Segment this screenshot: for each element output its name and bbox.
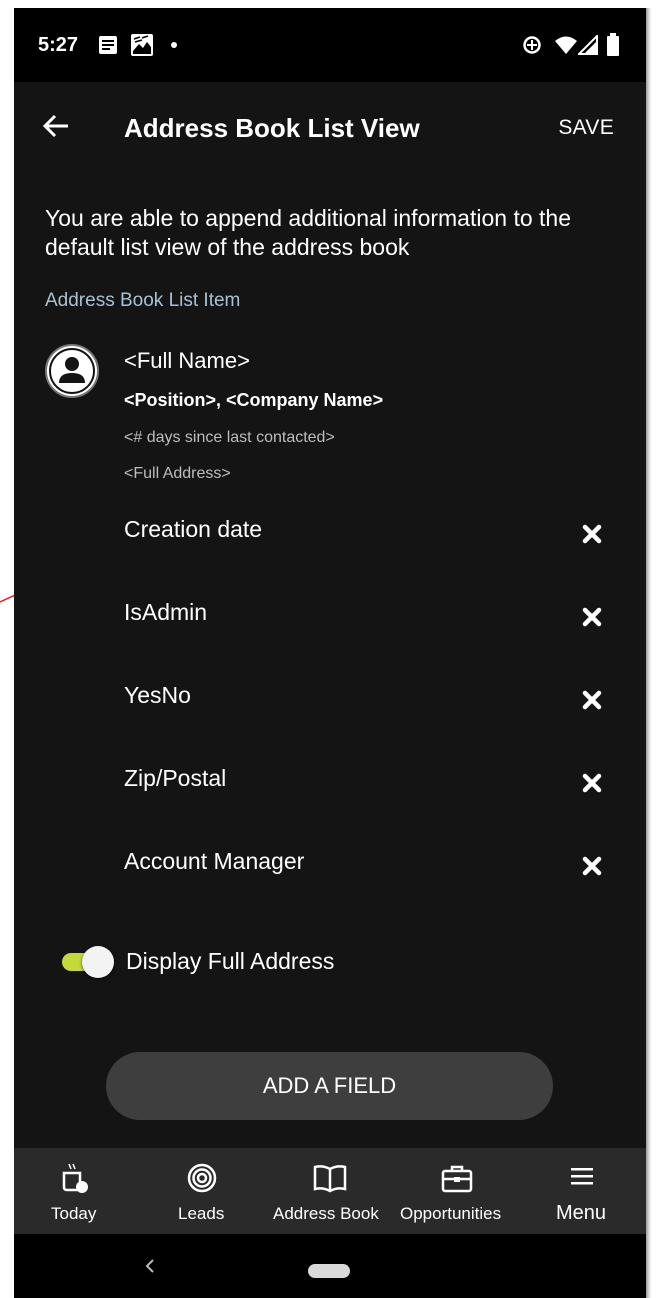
- preview-position-company: <Position>, <Company Name>: [124, 390, 384, 410]
- system-home-button[interactable]: [308, 1264, 350, 1278]
- coffee-cup-icon: [62, 1163, 88, 1193]
- system-back-icon[interactable]: [142, 1256, 158, 1276]
- field-label: YesNo: [124, 682, 191, 708]
- status-bar: 5:27: [14, 8, 646, 82]
- phone-screen: 5:27 Address Book List View SAVE You are…: [14, 8, 646, 1298]
- close-icon[interactable]: [578, 603, 606, 631]
- field-row: Zip/Postal: [124, 753, 614, 813]
- display-full-address-row: Display Full Address: [60, 942, 620, 982]
- nav-item-opportunities[interactable]: Opportunities: [398, 1148, 514, 1234]
- toggle-knob: [82, 946, 114, 978]
- section-label: Address Book List Item: [45, 290, 241, 311]
- system-nav-bar: [14, 1234, 646, 1298]
- arrow-left-icon[interactable]: [38, 108, 74, 144]
- nav-label: Address Book: [273, 1204, 379, 1223]
- nav-label: Opportunities: [400, 1204, 502, 1223]
- briefcase-icon: [441, 1165, 473, 1193]
- field-row: YesNo: [124, 670, 614, 730]
- page-title: Address Book List View: [124, 113, 420, 143]
- avatar-icon: [45, 344, 99, 398]
- nav-label: Menu: [556, 1202, 607, 1224]
- sync-icon: [523, 36, 541, 54]
- preview-full-name: <Full Name>: [124, 348, 250, 373]
- field-label: Account Manager: [124, 848, 305, 874]
- open-book-icon: [313, 1165, 347, 1193]
- nav-label: Today: [51, 1204, 97, 1223]
- intro-text: You are able to append additional inform…: [45, 205, 571, 260]
- close-icon[interactable]: [578, 520, 606, 548]
- notes-icon: [99, 36, 117, 54]
- add-field-button[interactable]: ADD A FIELD: [106, 1052, 553, 1120]
- nav-item-leads[interactable]: Leads: [162, 1148, 242, 1234]
- save-button[interactable]: SAVE: [558, 116, 614, 140]
- field-row: Creation date: [124, 504, 614, 564]
- preview-days-since: <# days since last contacted>: [124, 429, 335, 446]
- field-label: Creation date: [124, 516, 263, 542]
- battery-icon: [607, 33, 619, 56]
- target-icon: [187, 1163, 217, 1193]
- field-row: Account Manager: [124, 836, 614, 896]
- display-full-address-label: Display Full Address: [126, 948, 335, 974]
- screenshot-edge-shadow: [646, 8, 652, 1298]
- close-icon[interactable]: [578, 686, 606, 714]
- nav-label: Leads: [178, 1204, 225, 1223]
- preview-full-address: <Full Address>: [124, 465, 231, 482]
- dot-icon: [171, 42, 177, 48]
- wifi-icon: [555, 36, 577, 54]
- nav-item-menu[interactable]: Menu: [544, 1148, 624, 1234]
- field-label: IsAdmin: [124, 599, 208, 625]
- close-icon[interactable]: [578, 769, 606, 797]
- image-icon: [131, 34, 153, 56]
- status-time: 5:27: [38, 34, 79, 56]
- nav-item-today[interactable]: Today: [36, 1148, 116, 1234]
- close-icon[interactable]: [578, 852, 606, 880]
- signal-icon: [578, 35, 598, 55]
- field-row: IsAdmin: [124, 587, 614, 647]
- hamburger-icon: [571, 1168, 593, 1185]
- app-bar: Address Book List View SAVE: [14, 82, 646, 172]
- display-full-address-toggle[interactable]: [60, 946, 114, 978]
- bottom-nav: Today Leads Address Book Opportunities M…: [14, 1148, 646, 1234]
- field-label: Zip/Postal: [124, 765, 227, 791]
- nav-item-address-book[interactable]: Address Book: [270, 1148, 390, 1234]
